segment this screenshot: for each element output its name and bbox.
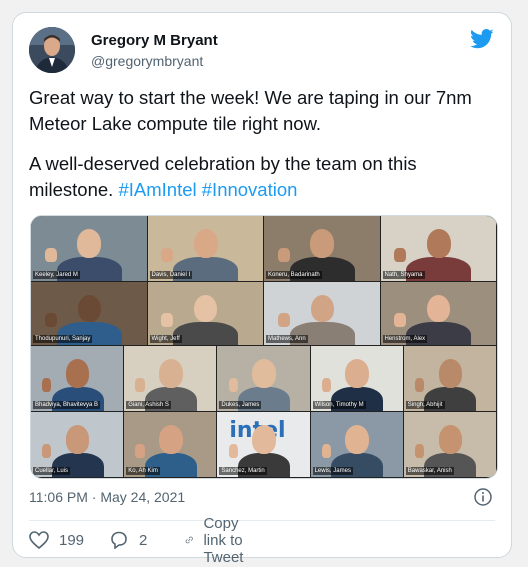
twitter-bird-icon[interactable] — [470, 29, 494, 49]
participant-tile: Keeley, Jared M — [31, 216, 147, 281]
participant-tile: Ko, Ah Kim — [124, 412, 217, 477]
participant-tile: Lewis, James — [310, 412, 403, 477]
participant-name-label: Nath, Shyama — [382, 271, 425, 279]
thumbs-up-hand — [414, 443, 425, 459]
thumbs-up-hand — [228, 377, 238, 393]
participant-name-label: Davis, Daniel I — [149, 271, 193, 279]
participant-tile: Giani, Ashish S — [124, 346, 217, 411]
thumbs-up-hand — [394, 312, 407, 327]
participant-name-label: Mathews, Ann — [266, 335, 308, 343]
person-head — [310, 229, 335, 258]
person-head — [426, 229, 451, 258]
participant-tile: Bawaskar, Anish — [403, 412, 496, 477]
person-head — [345, 425, 370, 454]
participant-name-label: Henstrom, Alex — [382, 335, 428, 343]
reply-count: 2 — [139, 531, 148, 549]
participant-name-label: Wilson, Timothy M — [312, 401, 366, 409]
participant-tile: Dukes, James — [217, 346, 310, 411]
participant-name-label: Bawaskar, Anish — [405, 467, 454, 475]
participant-name-label: Koneru, Badarinath — [266, 271, 322, 279]
person-head — [158, 359, 183, 388]
person-head — [252, 359, 276, 388]
participant-tile: Koneru, Badarinath — [264, 216, 380, 281]
author-name[interactable]: Gregory M Bryant — [91, 32, 218, 49]
thumbs-up-hand — [161, 312, 174, 327]
reply-bubble-icon — [111, 531, 127, 549]
thumbs-up-hand — [321, 377, 332, 393]
thumbs-up-hand — [414, 377, 425, 393]
thumbs-up-hand — [277, 312, 290, 327]
tweet-card: Gregory M Bryant @gregorymbryant Great w… — [12, 12, 512, 566]
participant-tile: Henstrom, Alex — [380, 282, 496, 345]
thumbs-up-hand — [44, 312, 57, 327]
thumbs-up-hand — [161, 247, 174, 263]
tweet-text: Great way to start the week! We are tapi… — [29, 85, 499, 217]
copy-link-button[interactable]: Copy link to Tweet — [185, 515, 255, 566]
person-head — [77, 229, 102, 258]
person-head — [252, 425, 276, 454]
participant-tile: Bhadviya, Bhavitevya B — [31, 346, 124, 411]
participant-tile: Davis, Daniel I — [147, 216, 263, 281]
thumbs-up-hand — [135, 377, 145, 393]
participant-name-label: Lewis, James — [312, 467, 353, 475]
reply-button[interactable]: 2 — [109, 529, 147, 551]
participant-tile: intelSanchez, Martin — [217, 412, 310, 477]
person-head — [438, 425, 463, 454]
participant-name-label: Dukes, James — [219, 401, 262, 409]
person-head — [345, 359, 370, 388]
thumbs-up-hand — [228, 443, 238, 459]
author-handle[interactable]: @gregorymbryant — [91, 53, 203, 69]
participant-tile: Singh, Abhijit — [403, 346, 496, 411]
thumbs-up-hand — [42, 377, 52, 393]
like-button[interactable]: 199 — [29, 529, 84, 551]
person-head — [194, 294, 218, 323]
participant-tile: Wight, Jeff — [147, 282, 263, 345]
tweet-line-2: A well-deserved celebration by the team … — [29, 151, 499, 203]
participant-tile: Wilson, Timothy M — [310, 346, 403, 411]
hashtag-innovation[interactable]: #Innovation — [202, 179, 298, 200]
tweet-photo[interactable]: Keeley, Jared M Davis, Daniel I Koneru, Ba… — [30, 215, 498, 479]
person-head — [193, 229, 218, 258]
hashtag-iamintel[interactable]: #IAmIntel — [118, 179, 196, 200]
person-body — [173, 321, 239, 345]
tweet-line-1: Great way to start the week! We are tapi… — [29, 87, 472, 134]
heart-icon — [29, 531, 49, 549]
participant-tile: Mathews, Ann — [264, 282, 380, 345]
person-head — [77, 294, 101, 323]
thumbs-up-hand — [394, 247, 407, 263]
divider — [29, 520, 495, 521]
info-icon[interactable] — [474, 488, 492, 506]
link-icon — [185, 536, 193, 544]
person-head — [438, 359, 463, 388]
thumbs-up-hand — [277, 247, 290, 263]
thumbs-up-hand — [42, 443, 52, 459]
person-head — [158, 425, 183, 454]
participant-name-label: Giani, Ashish S — [126, 401, 171, 409]
person-head — [310, 294, 334, 323]
copy-link-label: Copy link to Tweet — [203, 514, 244, 566]
person-head — [427, 294, 451, 323]
person-head — [65, 359, 90, 388]
thumbs-up-hand — [44, 247, 57, 263]
participant-tile: Nath, Shyama — [380, 216, 496, 281]
participant-name-label: Thodupunuri, Sanjay — [33, 335, 93, 343]
participant-name-label: Singh, Abhijit — [405, 401, 445, 409]
like-count: 199 — [59, 531, 85, 549]
participant-name-label: Cuellar, Luis — [33, 467, 71, 475]
participant-name-label: Keeley, Jared M — [33, 271, 80, 279]
participant-name-label: Wight, Jeff — [149, 335, 182, 343]
participant-name-label: Sanchez, Martin — [219, 467, 267, 475]
participant-name-label: Ko, Ah Kim — [126, 467, 160, 475]
participant-tile: Thodupunuri, Sanjay — [31, 282, 147, 345]
thumbs-up-hand — [321, 443, 332, 459]
tweet-timestamp[interactable]: 11:06 PM · May 24, 2021 — [29, 489, 185, 505]
person-head — [65, 425, 90, 454]
author-avatar[interactable] — [29, 27, 75, 73]
thumbs-up-hand — [135, 443, 145, 459]
participant-tile: Cuellar, Luis — [31, 412, 124, 477]
participant-name-label: Bhadviya, Bhavitevya B — [33, 401, 101, 409]
